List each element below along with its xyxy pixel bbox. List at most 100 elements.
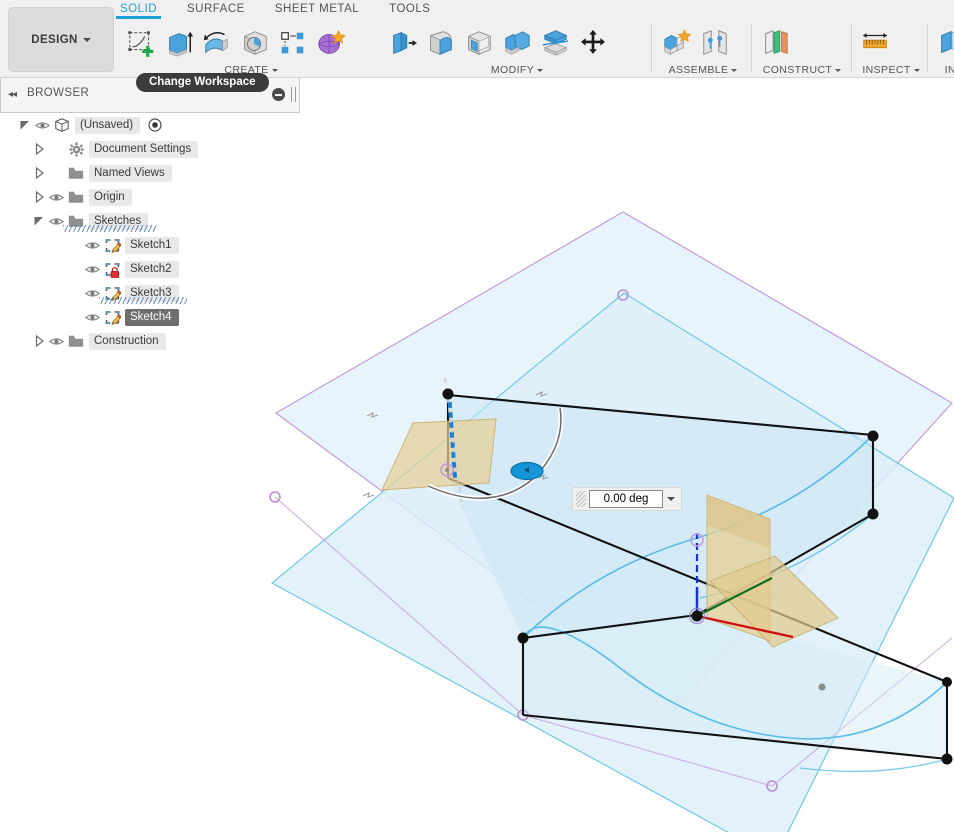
visibility-eye-icon[interactable] <box>82 309 102 325</box>
tree-node-construction[interactable]: Construction <box>0 329 300 353</box>
measure-icon[interactable] <box>856 23 894 63</box>
origin-point-right[interactable] <box>691 610 703 622</box>
move-copy-icon[interactable] <box>574 23 612 63</box>
expand-triangle-down-icon[interactable] <box>18 118 32 132</box>
create-form-icon[interactable] <box>312 23 350 63</box>
panel-tools-modify <box>384 19 650 63</box>
chevron-down-icon <box>667 497 675 501</box>
angle-value-input[interactable] <box>589 490 663 508</box>
panel-tools-construct <box>756 19 848 63</box>
chevron-down-icon <box>537 68 544 72</box>
panel-label-text-inspect: INSPECT <box>862 64 911 76</box>
sketch-midpoint-marker[interactable] <box>818 683 826 691</box>
visibility-eye-icon[interactable] <box>82 261 102 277</box>
visibility-eye-icon[interactable] <box>82 237 102 253</box>
panel-label-construct[interactable]: CONSTRUCT <box>756 64 848 76</box>
folder-icon <box>66 164 86 182</box>
panel-label-inspect[interactable]: INSPECT <box>856 64 926 76</box>
panel-label-text-construct: CONSTRUCT <box>762 64 833 76</box>
minimize-icon[interactable] <box>272 88 285 101</box>
angle-dropdown-button[interactable] <box>663 490 679 508</box>
visibility-eye-icon[interactable] <box>32 117 52 133</box>
tree-node-root[interactable]: (Unsaved) <box>0 113 300 137</box>
tree-node-label-sketch3[interactable]: Sketch3 <box>99 284 187 304</box>
chevron-down-icon <box>731 68 738 72</box>
tab-solid[interactable]: SOLID <box>115 0 162 19</box>
ribbon-panel-inspect: INSPECT <box>856 19 926 77</box>
expand-triangle-right-icon[interactable] <box>32 334 46 348</box>
new-component-icon[interactable] <box>658 23 696 63</box>
ribbon-panel-insert: INS <box>932 19 954 77</box>
active-component-radio[interactable] <box>148 118 162 132</box>
tree-node-sketches[interactable]: Sketches <box>0 209 300 233</box>
expand-triangle-right-icon[interactable] <box>32 166 46 180</box>
tab-surface[interactable]: SURFACE <box>187 0 245 19</box>
tree-node-named-views[interactable]: Named Views <box>0 161 300 185</box>
sketch-point-far-right-lower[interactable] <box>941 753 953 765</box>
ribbon-panel-assemble: ASSEMBLE <box>658 19 748 77</box>
panel-tools-create <box>122 19 380 63</box>
tree-node-sketch3[interactable]: Sketch3 <box>0 281 300 305</box>
panel-separator-1 <box>751 24 752 72</box>
component-icon <box>52 116 72 134</box>
sketch-icon <box>102 236 122 254</box>
rectangular-pattern-icon[interactable] <box>274 23 312 63</box>
tree-node-document-settings[interactable]: Document Settings <box>0 137 300 161</box>
tree-node-label-construction[interactable]: Construction <box>89 332 166 350</box>
tree-node-sketch1[interactable]: Sketch1 <box>0 233 300 257</box>
tree-node-label-named-views[interactable]: Named Views <box>89 164 172 182</box>
panel-resize-grip[interactable] <box>291 87 296 102</box>
sketch-point-top-right[interactable] <box>867 430 879 442</box>
joint-icon[interactable] <box>696 23 734 63</box>
panel-tools-insert <box>932 19 954 63</box>
split-face-icon[interactable] <box>536 23 574 63</box>
tab-tools[interactable]: TOOLS <box>389 0 430 19</box>
shell-icon[interactable] <box>460 23 498 63</box>
expand-triangle-right-icon[interactable] <box>32 190 46 204</box>
sketch-point-right-mid[interactable] <box>867 508 879 520</box>
tree-node-label-sketches[interactable]: Sketches <box>62 212 157 232</box>
insert-derive-icon[interactable] <box>932 23 954 63</box>
sketch-point-bottom-left[interactable] <box>517 632 529 644</box>
panel-separator-3 <box>927 24 928 72</box>
visibility-eye-icon[interactable] <box>46 189 66 205</box>
ribbon: DESIGN SOLID SURFACE SHEET METAL TOOLS CREA… <box>0 0 954 78</box>
visibility-eye-icon[interactable] <box>46 333 66 349</box>
tree-node-label-document-settings[interactable]: Document Settings <box>89 140 199 158</box>
workspace-selector-button[interactable]: DESIGN <box>8 7 114 72</box>
panel-label-assemble[interactable]: ASSEMBLE <box>658 64 748 76</box>
panel-tools-inspect <box>856 19 926 63</box>
chevron-down-icon <box>271 68 278 72</box>
revolve-icon[interactable] <box>198 23 236 63</box>
sketch-point-far-right-upper[interactable] <box>942 677 952 687</box>
expand-triangle-right-icon[interactable] <box>32 142 46 156</box>
hole-icon[interactable] <box>236 23 274 63</box>
panel-label-modify[interactable]: MODIFY <box>384 64 650 76</box>
fillet-icon[interactable] <box>422 23 460 63</box>
gear-icon <box>66 140 86 158</box>
press-pull-icon[interactable] <box>384 23 422 63</box>
tree-node-sketch4[interactable]: Sketch4 <box>0 305 300 329</box>
extrude-icon[interactable] <box>160 23 198 63</box>
expand-triangle-down-icon[interactable] <box>32 214 46 228</box>
offset-plane-icon[interactable] <box>756 23 794 63</box>
create-sketch-icon[interactable] <box>122 23 160 63</box>
combine-icon[interactable] <box>498 23 536 63</box>
tree-node-label-origin[interactable]: Origin <box>89 188 132 206</box>
tree-node-origin[interactable]: Origin <box>0 185 300 209</box>
tab-sheet-metal[interactable]: SHEET METAL <box>275 0 359 19</box>
tree-node-sketch2[interactable]: Sketch2 <box>0 257 300 281</box>
tree-node-label-sketch2[interactable]: Sketch2 <box>125 260 179 278</box>
collapse-panel-icon[interactable]: ◂◂ <box>8 89 17 100</box>
panel-tools-assemble <box>658 19 748 63</box>
origin-dot-left <box>445 468 449 472</box>
drag-grip-icon[interactable] <box>576 491 586 507</box>
workspace-label: DESIGN <box>31 33 78 46</box>
angle-input-group[interactable] <box>572 487 682 511</box>
tree-node-label-sketch1[interactable]: Sketch1 <box>125 236 179 254</box>
tree-node-label-root[interactable]: (Unsaved) <box>75 116 141 134</box>
sketch-point-top-left[interactable] <box>442 388 454 400</box>
tree-node-label-sketch4[interactable]: Sketch4 <box>125 308 179 326</box>
sketch-icon <box>102 308 122 326</box>
